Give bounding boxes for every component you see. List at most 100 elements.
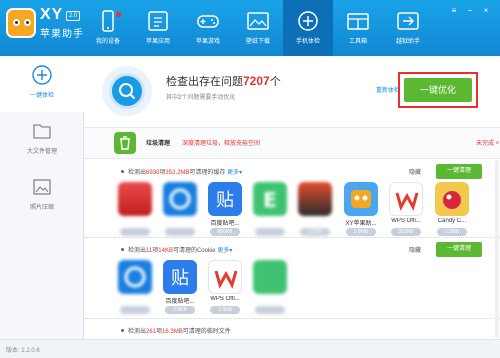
size-total: 16.3MB [162,329,183,335]
nav-label: 壁纸下载 [245,39,270,45]
app-item[interactable]: Candy C... 1.3MB [432,182,472,236]
app-item[interactable]: WPS Offi... 2.5KB [205,260,245,314]
wps-icon [389,182,423,216]
app-name: 百度贴吧... [165,299,195,304]
app-size [255,228,285,236]
scan-result-icon [102,66,152,116]
app-item[interactable] [250,260,290,314]
app-logo [6,8,36,38]
app-name [160,218,200,226]
nav-wallpaper[interactable]: 壁纸下载 [233,0,283,56]
more-link[interactable]: 更多 [217,248,229,254]
app-name [250,296,290,304]
toolbox-icon [347,13,369,30]
plus-circle-icon [298,11,318,31]
jailbreak-icon [397,12,419,30]
gamepad-icon [197,15,219,28]
app-icon [253,260,287,294]
junk-clean-category[interactable]: 垃圾清理 深度清理垃圾，释放充裕空间 未完成 ˄ [84,127,500,159]
category-status[interactable]: 未完成 ˄ [476,138,499,147]
divider [84,318,500,319]
clean-cookie-button[interactable]: 一键清理 [436,242,482,257]
version-text: 版本: 2.2.0.6 [6,348,40,354]
item-count: 261 [146,329,157,335]
nav-label: 越狱助手 [395,39,420,45]
image-icon [33,179,51,195]
nav-phone-checkup[interactable]: 手机体检 [283,0,333,56]
app-item[interactable] [115,182,155,236]
more-chevron-icon[interactable]: ▾ [229,248,232,254]
app-size: 4.2MB [300,228,330,236]
trash-icon [114,132,136,154]
more-chevron-icon[interactable]: ▾ [239,170,242,176]
clean-cache-button[interactable]: 一键清理 [436,164,482,179]
text: 检测出 [128,329,147,335]
sidebar-item-label: 一键体检 [29,93,54,99]
picture-icon [247,12,269,30]
category-title: 垃圾清理 [146,141,171,147]
summary-title-prefix: 检查出存在问题 [166,76,243,88]
nav-jailbreak[interactable]: 越狱助手 [383,0,433,56]
app-item[interactable] [115,260,155,314]
app-item[interactable]: 贴 百度贴吧... 966KB [205,182,245,236]
notification-dot [116,12,121,17]
app-icon: E [253,182,287,216]
nav-my-device[interactable]: 我的设备 [83,0,133,56]
summary-sub-suffix: 个问题需要手动优化 [181,95,236,101]
highlight-frame: 一键优化 [398,72,478,108]
category-description: 深度清理垃圾，释放充裕空间 [182,141,261,147]
collapse-link[interactable]: 隐藏 [409,167,421,176]
app-size: 966KB [210,228,240,236]
app-size [120,306,150,314]
app-size [120,228,150,236]
more-link[interactable]: 更多 [227,170,239,176]
app-icon [163,182,197,216]
nav-label: 苹果应用 [145,39,170,45]
cache-section-header: 检测出6930项352.2MB可清理的缓存 更多▾ 隐藏 一键清理 [84,164,500,179]
app-size: 2.5KB [165,306,195,314]
app-item[interactable]: E [250,182,290,236]
sidebar: 一键体检 大文件管理 照片压缩 [0,56,84,339]
checkup-summary: 检查出存在问题7207个 其中2个问题需要手动优化 重新体检 一键优化 [84,56,500,126]
nav-label: 苹果游戏 [195,39,220,45]
status-bar: 版本: 2.2.0.6 [0,339,500,358]
collapse-link[interactable]: 隐藏 [409,245,421,254]
app-item[interactable]: WPS Offi... 261KB [386,182,426,236]
nav-label: 我的设备 [95,39,120,45]
sidebar-item-checkup[interactable]: 一键体检 [0,56,84,112]
xy-assistant-icon [344,182,378,216]
sidebar-item-large-files[interactable]: 大文件管理 [0,112,84,168]
summary-subtitle: 其中2个问题需要手动优化 [166,92,235,101]
sidebar-item-photo-compress[interactable]: 照片压缩 [0,168,84,224]
category-status-text: 未完成 [476,141,495,147]
rescan-link[interactable]: 重新体检 [376,85,400,94]
app-item[interactable]: XY苹果助... 3.9MB [341,182,381,236]
summary-title: 检查出存在问题7207个 [166,73,281,89]
app-item[interactable] [160,182,200,236]
minimize-icon[interactable]: − [464,6,476,16]
divider [84,237,500,238]
nav-apple-games[interactable]: 苹果游戏 [183,0,233,56]
tieba-icon: 贴 [208,182,242,216]
size-total: 14KB [158,248,173,254]
logo-right-eye [24,19,31,26]
nav-toolbox[interactable]: 工具箱 [333,0,383,56]
nav-apple-apps[interactable]: 苹果应用 [133,0,183,56]
cache-summary: 检测出6930项352.2MB可清理的缓存 更多▾ [128,167,242,176]
svg-text:E: E [263,188,277,212]
size-total: 352.2MB [165,170,190,176]
close-icon[interactable]: × [480,6,492,16]
app-size: 3.9MB [346,228,376,236]
text: 可清理的缓存 [189,170,226,176]
menu-icon[interactable]: ≡ [448,6,460,16]
cookie-section-header: 检测出11项14KB可清理的Cookie 更多▾ 隐藏 一键清理 [84,242,500,257]
app-item[interactable]: 4.2MB [295,182,335,236]
title-bar: XY 2.0 苹果助手 我的设备 苹果应用 苹果游戏 壁纸下载 手机体检 工具箱… [0,0,500,56]
version-badge: 2.0 [66,11,80,21]
one-click-optimize-button[interactable]: 一键优化 [404,78,472,102]
app-size: 261KB [391,228,421,236]
app-item[interactable]: 贴 百度贴吧... 2.5KB [160,260,200,314]
app-name [250,218,290,226]
item-count: 6930 [146,170,160,176]
scrollbar[interactable] [495,160,499,338]
